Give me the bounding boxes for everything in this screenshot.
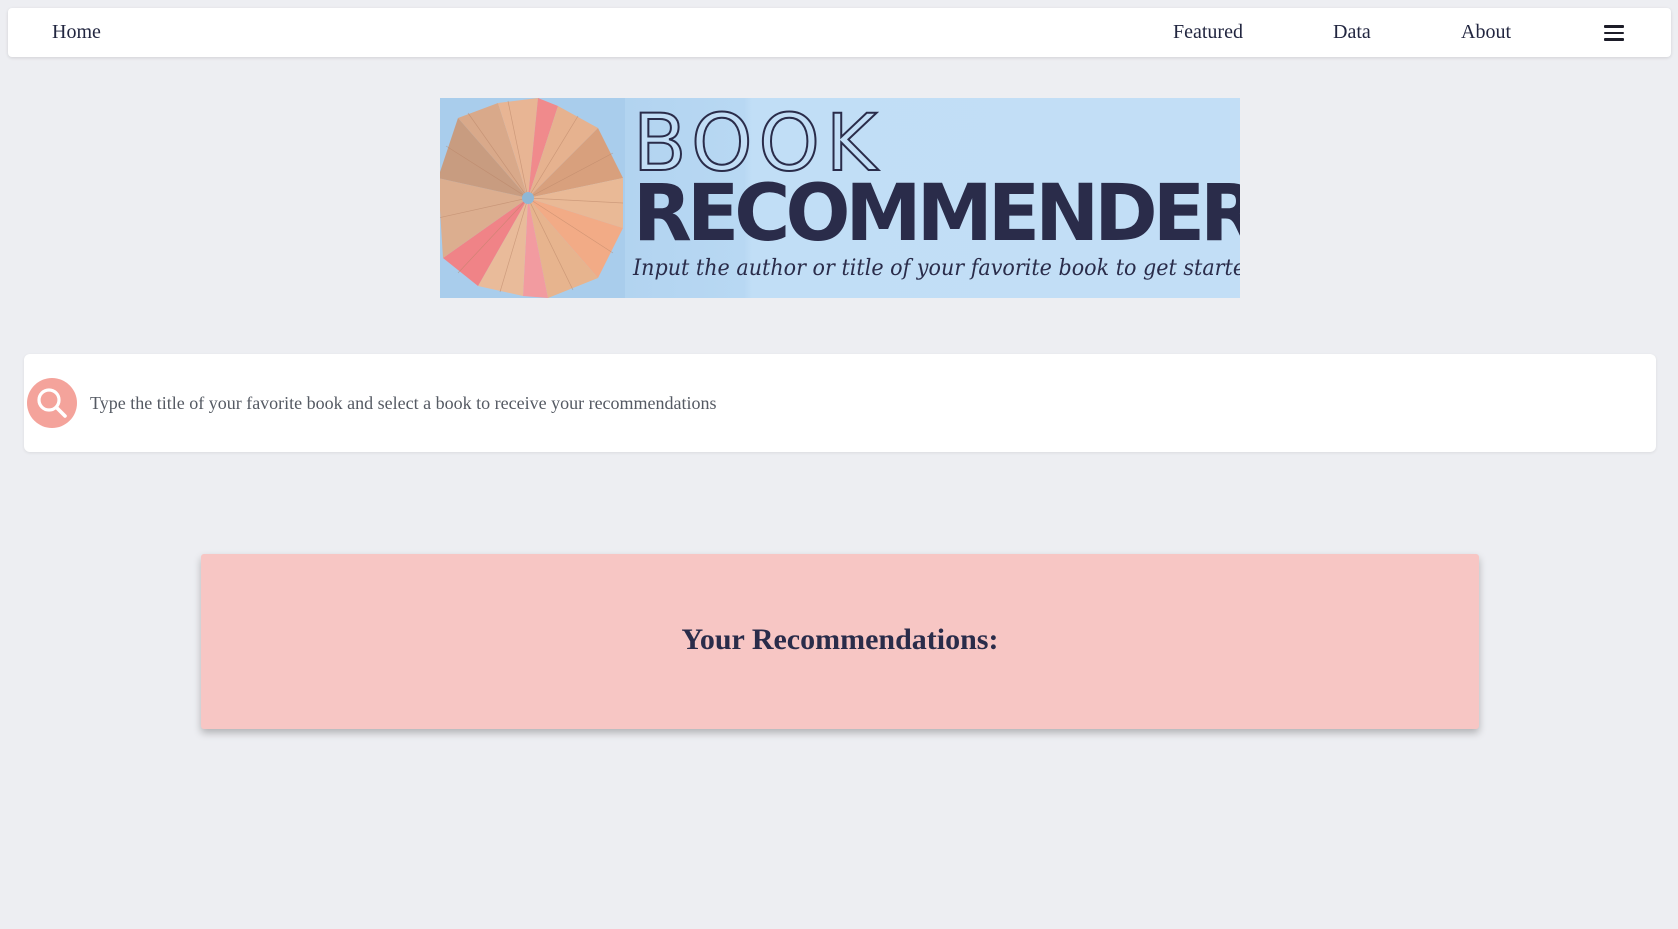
recommendations-panel: Your Recommendations: <box>201 554 1479 729</box>
banner-subtitle: Input the author or title of your favori… <box>633 256 1240 281</box>
top-navbar: Home Featured Data About <box>8 8 1671 57</box>
search-icon[interactable] <box>27 378 77 428</box>
recommendations-heading: Your Recommendations: <box>681 623 999 656</box>
hamburger-menu-icon[interactable] <box>1604 25 1624 41</box>
nav-about-link[interactable]: About <box>1461 8 1511 57</box>
banner-title-recommender: RECOMMENDER <box>633 169 1240 259</box>
book-recommender-banner: BOOK RECOMMENDER Input the author or tit… <box>440 98 1240 298</box>
nav-featured-link[interactable]: Featured <box>1173 8 1243 57</box>
nav-data-link[interactable]: Data <box>1333 8 1371 57</box>
nav-home-link[interactable]: Home <box>52 8 101 57</box>
open-books-illustration-icon <box>440 98 625 298</box>
book-search-input[interactable] <box>88 380 1628 426</box>
search-bar <box>24 354 1656 452</box>
